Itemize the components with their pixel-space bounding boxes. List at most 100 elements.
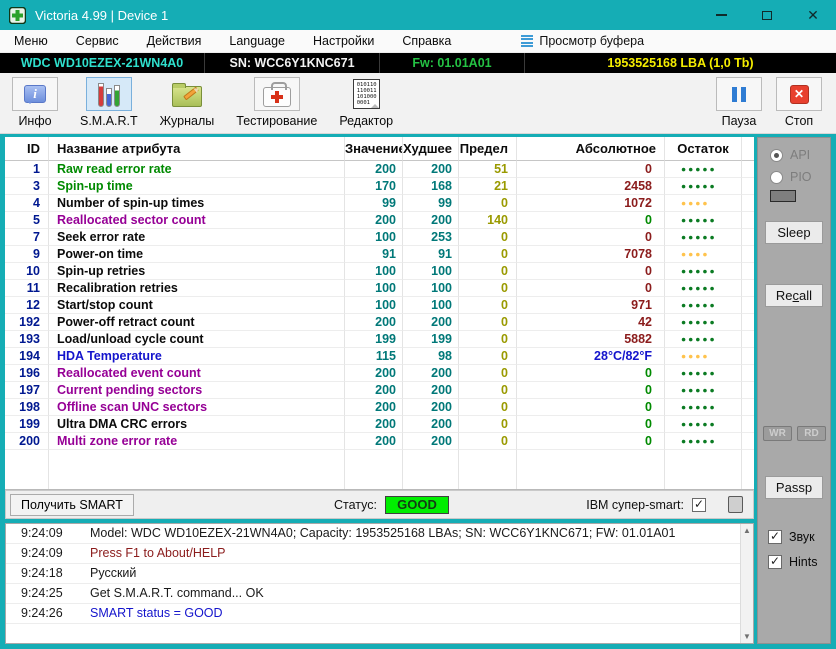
log-entry: 9:24:09 Model: WDC WD10EZEX-21WN4A0; Cap… [6,524,753,544]
log-message: Model: WDC WD10EZEX-21WN4A0; Capacity: 1… [72,524,675,543]
device-model: WDC WD10EZEX-21WN4A0 [0,53,205,73]
hints-checkbox[interactable] [768,555,782,569]
log-entry: 9:24:18 Русский [6,564,753,584]
editor-button[interactable]: 010110 110011 101000 0001 Редактор [339,77,393,128]
cell-raw-value: 5882 [517,331,665,348]
passp-button[interactable]: Passp [765,476,823,499]
table-row[interactable]: 4 Number of spin-up times 99 99 0 1072 ●… [5,195,754,212]
get-smart-button[interactable]: Получить SMART [10,494,134,516]
sleep-button[interactable]: Sleep [765,221,823,244]
minimize-button[interactable] [698,0,744,30]
menu-item-menu[interactable]: Меню [0,30,62,53]
table-row[interactable]: 10 Spin-up retries 100 100 0 0 ●●●●● [5,263,754,280]
log-scrollbar[interactable]: ▲ ▼ [740,524,753,643]
cell-id: 11 [5,280,49,297]
cell-worst: 98 [403,348,459,365]
device-capacity: 1953525168 LBA (1,0 Tb) [525,53,836,73]
pio-radio[interactable] [770,171,783,184]
cell-raw-value: 0 [517,212,665,229]
buffer-view-label: Просмотр буфера [539,34,644,48]
health-dots: ●●●●● [665,314,742,331]
health-dots: ●●●● [665,195,742,212]
info-button[interactable]: i Инфо [12,77,58,128]
list-icon [521,35,533,48]
cell-attribute-name: Power-on time [49,246,345,263]
log-time: 9:24:18 [6,564,72,583]
table-row[interactable]: 200 Multi zone error rate 200 200 0 0 ●●… [5,433,754,450]
rd-button[interactable]: RD [797,426,826,441]
cell-value: 200 [345,365,403,382]
ibm-super-smart-checkbox[interactable] [692,498,706,512]
cell-attribute-name: Power-off retract count [49,314,345,331]
pio-radio-row[interactable]: PIO [770,170,812,184]
cell-threshold: 0 [459,263,517,280]
table-row[interactable]: 192 Power-off retract count 200 200 0 42… [5,314,754,331]
cell-id: 10 [5,263,49,280]
cell-worst: 168 [403,178,459,195]
cell-id: 5 [5,212,49,229]
testing-button[interactable]: Тестирование [236,77,317,128]
menu-item-service[interactable]: Сервис [62,30,133,53]
cell-id: 12 [5,297,49,314]
table-row[interactable]: 197 Current pending sectors 200 200 0 0 … [5,382,754,399]
table-row[interactable]: 1 Raw read error rate 200 200 51 0 ●●●●● [5,161,754,178]
scroll-down-icon[interactable]: ▼ [741,630,753,643]
smart-button[interactable]: S.M.A.R.T [80,77,138,128]
menu-item-help[interactable]: Справка [388,30,465,53]
extra-checkbox[interactable] [728,496,743,513]
api-radio[interactable] [770,149,783,162]
health-dots: ●●●●● [665,263,742,280]
smart-table-body: 1 Raw read error rate 200 200 51 0 ●●●●●… [5,161,754,450]
menu-item-language[interactable]: Language [215,30,299,53]
table-row[interactable]: 9 Power-on time 91 91 0 7078 ●●●● [5,246,754,263]
cell-raw-value: 42 [517,314,665,331]
sound-check-row[interactable]: Звук [768,530,815,544]
close-button[interactable]: ✕ [790,0,836,30]
health-dots: ●●●●● [665,416,742,433]
cell-value: 100 [345,229,403,246]
api-radio-row[interactable]: API [770,148,810,162]
hints-check-row[interactable]: Hints [768,555,817,569]
health-dots: ●●●●● [665,365,742,382]
table-row[interactable]: 199 Ultra DMA CRC errors 200 200 0 0 ●●●… [5,416,754,433]
table-row[interactable]: 196 Reallocated event count 200 200 0 0 … [5,365,754,382]
table-row[interactable]: 198 Offline scan UNC sectors 200 200 0 0… [5,399,754,416]
scroll-up-icon[interactable]: ▲ [741,524,753,537]
table-row[interactable]: 5 Reallocated sector count 200 200 140 0… [5,212,754,229]
journals-button[interactable]: Журналы [160,77,215,128]
table-row[interactable]: 12 Start/stop count 100 100 0 971 ●●●●● [5,297,754,314]
pio-label: PIO [790,170,812,184]
sound-checkbox[interactable] [768,530,782,544]
table-row[interactable]: 3 Spin-up time 170 168 21 2458 ●●●●● [5,178,754,195]
table-row[interactable]: 11 Recalibration retries 100 100 0 0 ●●●… [5,280,754,297]
column-header-worst: Худшее [403,137,459,161]
cell-value: 200 [345,382,403,399]
log-entry: 9:24:25 Get S.M.A.R.T. command... OK [6,584,753,604]
cell-attribute-name: Spin-up retries [49,263,345,280]
cell-threshold: 0 [459,348,517,365]
smart-table-filler [5,450,754,489]
wr-button[interactable]: WR [763,426,792,441]
log-time: 9:24:09 [6,544,72,563]
maximize-button[interactable] [744,0,790,30]
menu-item-actions[interactable]: Действия [133,30,216,53]
cell-threshold: 0 [459,416,517,433]
recall-button[interactable]: Recall [765,284,823,307]
table-row[interactable]: 194 HDA Temperature 115 98 0 28°C/82°F ●… [5,348,754,365]
cell-id: 197 [5,382,49,399]
log-time: 9:24:09 [6,524,72,543]
cell-attribute-name: Current pending sectors [49,382,345,399]
menu-item-settings[interactable]: Настройки [299,30,388,53]
cell-value: 200 [345,416,403,433]
stop-button[interactable]: ✕ Стоп [776,77,822,128]
cell-raw-value: 0 [517,280,665,297]
health-dots: ●●●●● [665,280,742,297]
title-bar: Victoria 4.99 | Device 1 ✕ [0,0,836,30]
cell-value: 200 [345,161,403,178]
buffer-view-button[interactable]: Просмотр буфера [521,34,644,48]
cell-id: 200 [5,433,49,450]
table-row[interactable]: 193 Load/unload cycle count 199 199 0 58… [5,331,754,348]
pause-button[interactable]: Пауза [716,77,762,128]
toolbar: i Инфо S.M.A.R.T Журналы Тестирование 01… [0,73,836,134]
table-row[interactable]: 7 Seek error rate 100 253 0 0 ●●●●● [5,229,754,246]
